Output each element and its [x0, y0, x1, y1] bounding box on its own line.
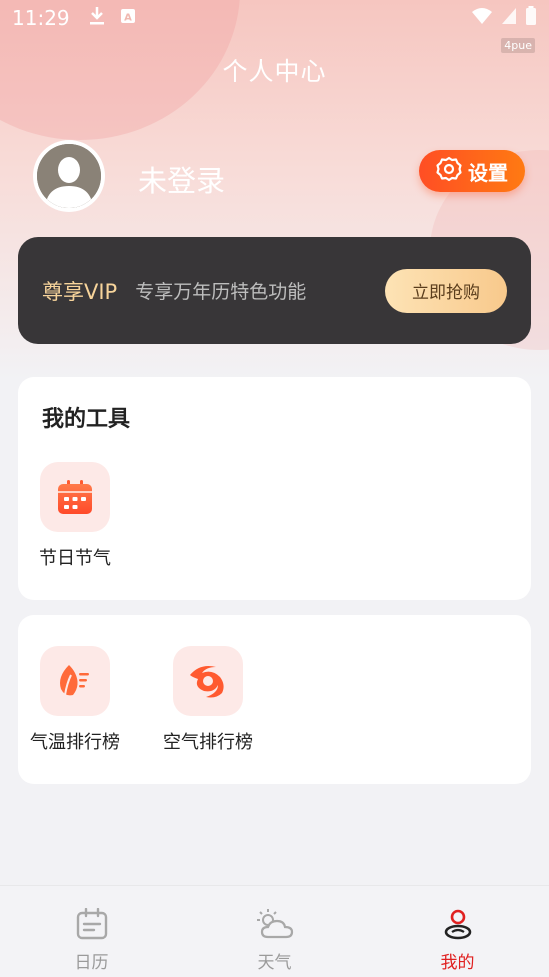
signal-icon: [501, 7, 517, 29]
avatar[interactable]: [33, 140, 105, 212]
vip-description: 专享万年历特色功能: [135, 281, 307, 303]
calendar-tab-icon: [75, 907, 109, 944]
settings-button[interactable]: 设置: [419, 150, 525, 192]
login-status-label[interactable]: 未登录: [138, 158, 225, 200]
section-title: 我的工具: [42, 407, 131, 432]
tab-label: 我的: [440, 953, 475, 973]
page-title: 个人中心: [222, 57, 327, 86]
calendar-icon: [40, 462, 110, 532]
buy-now-button[interactable]: 立即抢购: [385, 268, 507, 313]
vip-banner[interactable]: 尊享VIP 专享万年历特色功能 立即抢购: [18, 237, 531, 344]
cyclone-icon: [173, 646, 243, 716]
tab-calendar[interactable]: 日历: [0, 886, 183, 977]
default-avatar-icon: [37, 144, 101, 208]
status-bar: 11:29 A: [0, 0, 549, 36]
tab-weather[interactable]: 天气: [183, 886, 366, 977]
tool-festivals-solar-terms[interactable]: 节日节气: [25, 462, 125, 570]
wifi-icon: [471, 7, 493, 29]
my-tools-card: 我的工具 节日节气: [18, 377, 531, 600]
tool-label: 气温排行榜: [30, 732, 120, 753]
tool-label: 空气排行榜: [163, 732, 253, 753]
download-icon: [88, 6, 106, 30]
tab-profile[interactable]: 我的: [366, 886, 549, 977]
weather-tab-icon: [254, 908, 296, 944]
carrier-label: 4pue: [501, 38, 535, 53]
rankings-card: 气温排行榜 空气排行榜: [18, 615, 531, 784]
vip-title: 尊享VIP: [42, 279, 118, 304]
tab-label: 日历: [74, 953, 109, 973]
tool-air-quality-ranking[interactable]: 空气排行榜: [158, 646, 258, 754]
leaf-temperature-icon: [40, 646, 110, 716]
tab-label: 天气: [257, 953, 292, 973]
battery-icon: [525, 6, 537, 30]
profile-tab-icon: [442, 908, 474, 944]
settings-label: 设置: [468, 160, 508, 185]
tool-temperature-ranking[interactable]: 气温排行榜: [25, 646, 125, 754]
bottom-tab-bar: 日历 天气 我的: [0, 885, 549, 977]
svg-text:A: A: [124, 13, 132, 24]
gear-icon: [436, 156, 462, 187]
status-time: 11:29: [12, 6, 70, 30]
tool-label: 节日节气: [39, 548, 111, 569]
a-icon: A: [120, 8, 136, 28]
